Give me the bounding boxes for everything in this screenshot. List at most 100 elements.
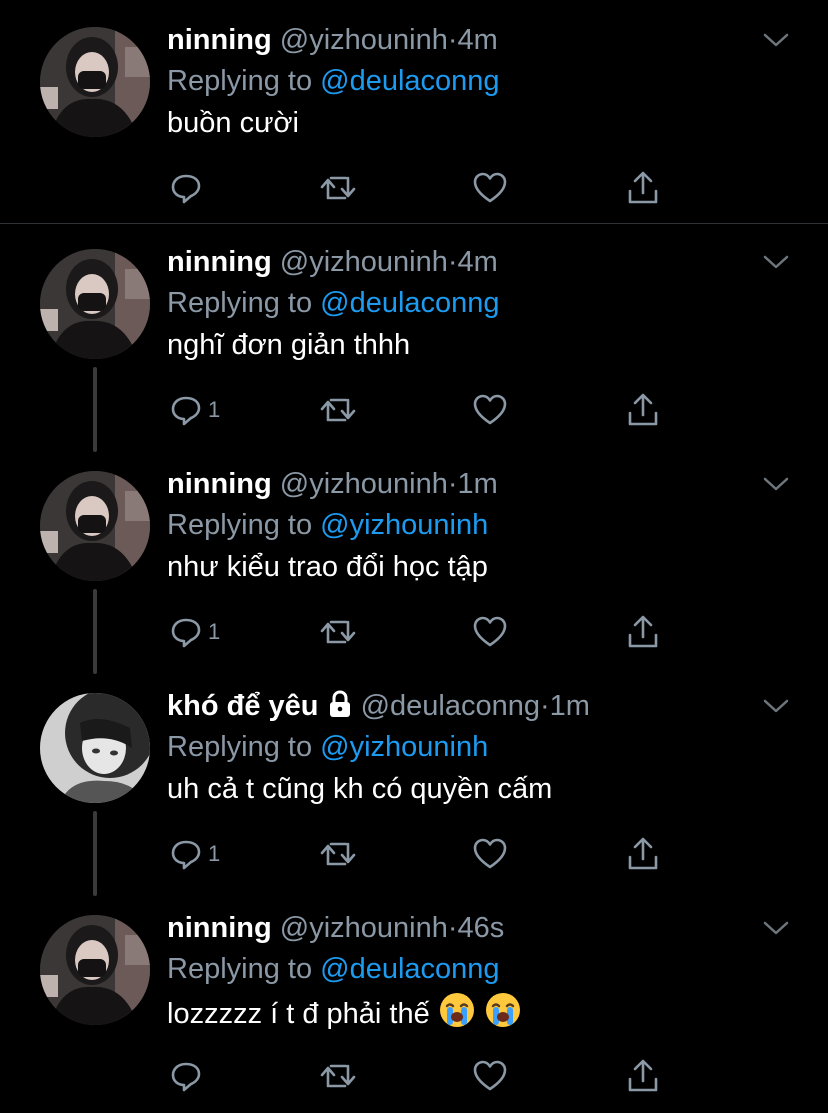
loudly-crying-face-icon: [438, 991, 476, 1040]
user-handle[interactable]: @yizhouninh: [280, 912, 448, 944]
replying-to-label: Replying to: [167, 287, 313, 319]
share-icon: [628, 171, 658, 204]
avatar[interactable]: [40, 471, 150, 581]
tweet-text-content: lozzzzz í t đ phải thế: [167, 998, 430, 1030]
replying-to: Replying to @deulaconng: [167, 283, 500, 323]
separator-dot: ·: [539, 690, 550, 722]
heart-icon: [473, 838, 507, 869]
tweet-header: khó để yêu @deulaconng·1m: [167, 686, 590, 729]
timestamp[interactable]: 1m: [458, 468, 498, 500]
reply-icon: [171, 174, 201, 204]
user-handle[interactable]: @yizhouninh: [280, 468, 448, 500]
replying-to: Replying to @yizhouninh: [167, 505, 488, 545]
reply-icon: [171, 396, 201, 426]
reply-count: 1: [208, 397, 221, 422]
reply-button[interactable]: 1: [168, 834, 220, 874]
like-button[interactable]: [472, 612, 508, 652]
share-button[interactable]: [626, 834, 660, 874]
avatar[interactable]: [40, 27, 150, 137]
reply-icon: [171, 1062, 201, 1092]
timestamp[interactable]: 4m: [458, 246, 498, 278]
like-button[interactable]: [472, 834, 508, 874]
share-icon: [628, 615, 658, 648]
tweet-actions: 1: [0, 834, 828, 874]
display-name[interactable]: khó để yêu: [167, 690, 319, 722]
retweet-button[interactable]: [318, 834, 358, 874]
share-button[interactable]: [626, 168, 660, 208]
retweet-button[interactable]: [318, 612, 358, 652]
share-button[interactable]: [626, 612, 660, 652]
replying-to: Replying to @yizhouninh: [167, 727, 488, 767]
share-button[interactable]: [626, 390, 660, 430]
display-name[interactable]: ninning: [167, 912, 272, 944]
user-handle[interactable]: @deulaconng: [361, 690, 540, 722]
replying-to: Replying to @deulaconng: [167, 949, 500, 989]
like-button[interactable]: [472, 390, 508, 430]
tweet-actions: [0, 1056, 828, 1096]
timestamp[interactable]: 4m: [458, 24, 498, 56]
mention-link[interactable]: @yizhouninh: [320, 509, 488, 541]
display-name[interactable]: ninning: [167, 468, 272, 500]
reply-icon: [171, 840, 201, 870]
avatar[interactable]: [40, 693, 150, 803]
retweet-icon: [320, 842, 356, 866]
loudly-crying-face-icon: [484, 991, 522, 1040]
share-icon: [628, 393, 658, 426]
separator-dot: ·: [447, 468, 458, 500]
chevron-down-icon[interactable]: [762, 918, 790, 943]
replying-to-label: Replying to: [167, 65, 313, 97]
retweet-icon: [320, 398, 356, 422]
heart-icon: [473, 172, 507, 203]
tweet-text: nghĩ đơn giản thhh: [167, 329, 411, 361]
avatar[interactable]: [40, 915, 150, 1025]
retweet-icon: [320, 176, 356, 200]
like-button[interactable]: [472, 168, 508, 208]
mention-link[interactable]: @deulaconng: [320, 287, 499, 319]
tweet[interactable]: ninning @yizhouninh·46s Replying to @deu…: [0, 888, 828, 1113]
tweet-actions: 1: [0, 612, 828, 652]
user-handle[interactable]: @yizhouninh: [280, 24, 448, 56]
tweet[interactable]: ninning @yizhouninh·1m Replying to @yizh…: [0, 444, 828, 674]
retweet-button[interactable]: [318, 168, 358, 208]
reply-button[interactable]: 1: [168, 390, 220, 430]
timestamp[interactable]: 1m: [550, 690, 590, 722]
share-button[interactable]: [626, 1056, 660, 1096]
chevron-down-icon[interactable]: [762, 696, 790, 721]
retweet-button[interactable]: [318, 1056, 358, 1096]
mention-link[interactable]: @yizhouninh: [320, 731, 488, 763]
tweet-actions: [0, 168, 828, 208]
reply-count: 1: [208, 841, 221, 866]
separator-dot: ·: [447, 24, 458, 56]
heart-icon: [473, 616, 507, 647]
mention-link[interactable]: @deulaconng: [320, 953, 499, 985]
like-button[interactable]: [472, 1056, 508, 1096]
tweet-text: buồn cười: [167, 107, 299, 139]
reply-button[interactable]: [168, 1056, 208, 1096]
tweet-text: uh cả t cũng kh có quyền cấm: [167, 773, 553, 805]
tweet[interactable]: ninning @yizhouninh·4m Replying to @deul…: [0, 222, 828, 452]
share-icon: [628, 1059, 658, 1092]
tweet-header: ninning @yizhouninh·1m: [167, 464, 498, 504]
reply-icon: [171, 618, 201, 648]
avatar[interactable]: [40, 249, 150, 359]
reply-button[interactable]: 1: [168, 612, 220, 652]
heart-icon: [473, 394, 507, 425]
tweet[interactable]: khó để yêu @deulaconng·1m Replying to @y…: [0, 666, 828, 896]
reply-button[interactable]: [168, 168, 208, 208]
chevron-down-icon[interactable]: [762, 474, 790, 499]
retweet-button[interactable]: [318, 390, 358, 430]
replying-to-label: Replying to: [167, 953, 313, 985]
display-name[interactable]: ninning: [167, 24, 272, 56]
share-icon: [628, 837, 658, 870]
separator-dot: ·: [447, 912, 458, 944]
tweet-text: như kiểu trao đổi học tập: [167, 551, 488, 583]
timestamp[interactable]: 46s: [458, 912, 505, 944]
user-handle[interactable]: @yizhouninh: [280, 246, 448, 278]
chevron-down-icon[interactable]: [762, 30, 790, 55]
chevron-down-icon[interactable]: [762, 252, 790, 277]
mention-link[interactable]: @deulaconng: [320, 65, 499, 97]
display-name[interactable]: ninning: [167, 246, 272, 278]
tweet[interactable]: ninning @yizhouninh·4m Replying to @deul…: [0, 0, 828, 222]
tweet-header: ninning @yizhouninh·46s: [167, 908, 504, 948]
separator-dot: ·: [447, 246, 458, 278]
